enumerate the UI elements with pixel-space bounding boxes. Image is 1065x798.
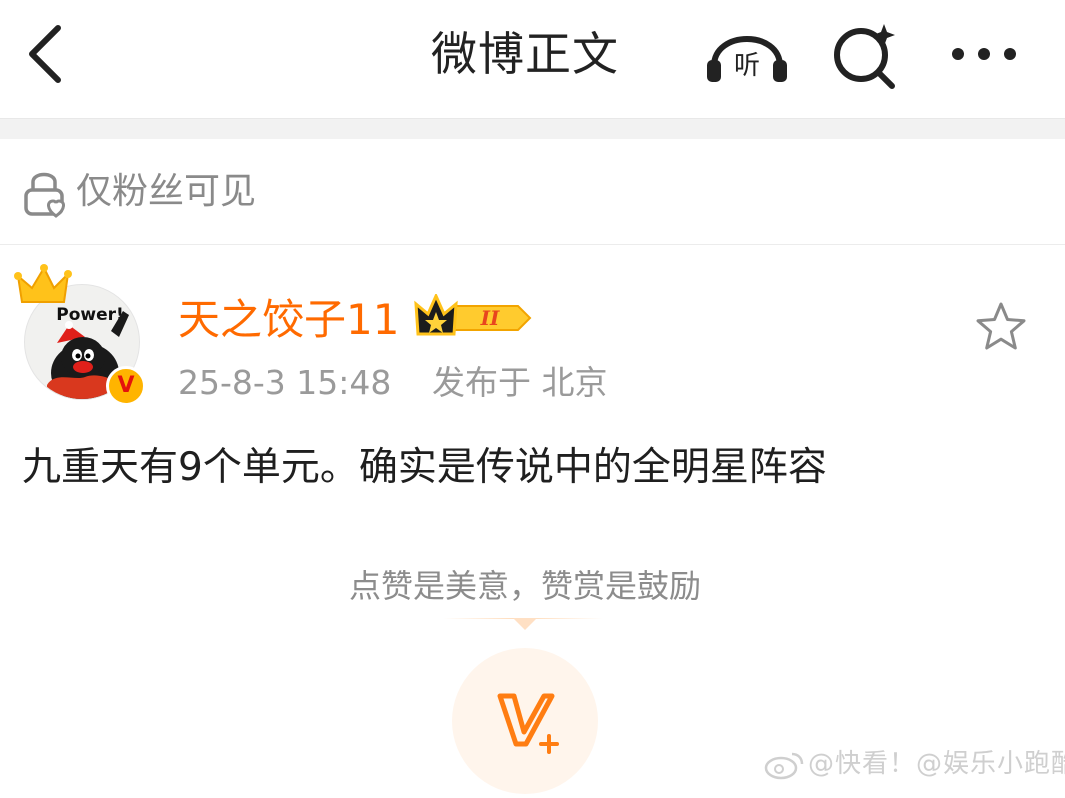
more-options-button[interactable] [948, 26, 1020, 82]
page-title: 微博正文 [431, 27, 619, 81]
author-avatar[interactable]: Power! V [14, 262, 150, 410]
post-content: 九重天有9个单元。确实是传说中的全明星阵容 [22, 445, 827, 490]
watermark-text: @快看！@娱乐小跑酷 [808, 749, 1065, 779]
section-divider-band [0, 118, 1065, 139]
v-plus-icon: V+ [497, 693, 559, 789]
weibo-logo-icon [764, 752, 804, 779]
top-navigation-bar: 微博正文 听 [0, 0, 1065, 118]
verified-badge: V [106, 366, 146, 406]
listen-label: 听 [734, 51, 760, 81]
lock-heart-icon [24, 172, 65, 218]
reward-button-label: V+ [524, 786, 526, 789]
headphones-icon: 听 [707, 36, 787, 82]
chevron-left-icon [29, 25, 61, 83]
search-button[interactable] [830, 20, 900, 90]
crown-decoration-icon [14, 264, 72, 303]
back-button[interactable] [22, 22, 78, 86]
member-level: II [480, 306, 500, 330]
post-location: 发布于 北京 [432, 363, 608, 402]
reward-button[interactable]: V+ [452, 648, 598, 794]
watermark: @快看！@娱乐小跑酷 [764, 744, 1065, 784]
visibility-notice: 仅粉丝可见 [0, 140, 1065, 245]
listen-button[interactable]: 听 [704, 20, 790, 86]
member-crown-badge[interactable]: II [414, 294, 532, 342]
star-outline-icon [976, 302, 1026, 350]
reward-hint: 点赞是美意，赞赏是鼓励 [348, 567, 701, 605]
pointer-arrow-icon [513, 618, 537, 630]
search-sparkle-icon [834, 24, 895, 89]
favorite-button[interactable] [974, 300, 1028, 354]
more-dots-icon [952, 48, 1016, 60]
author-name[interactable]: 天之饺子11 [178, 292, 399, 348]
post-timestamp: 25-8-3 15:48 [178, 363, 392, 402]
visibility-label: 仅粉丝可见 [76, 171, 257, 212]
